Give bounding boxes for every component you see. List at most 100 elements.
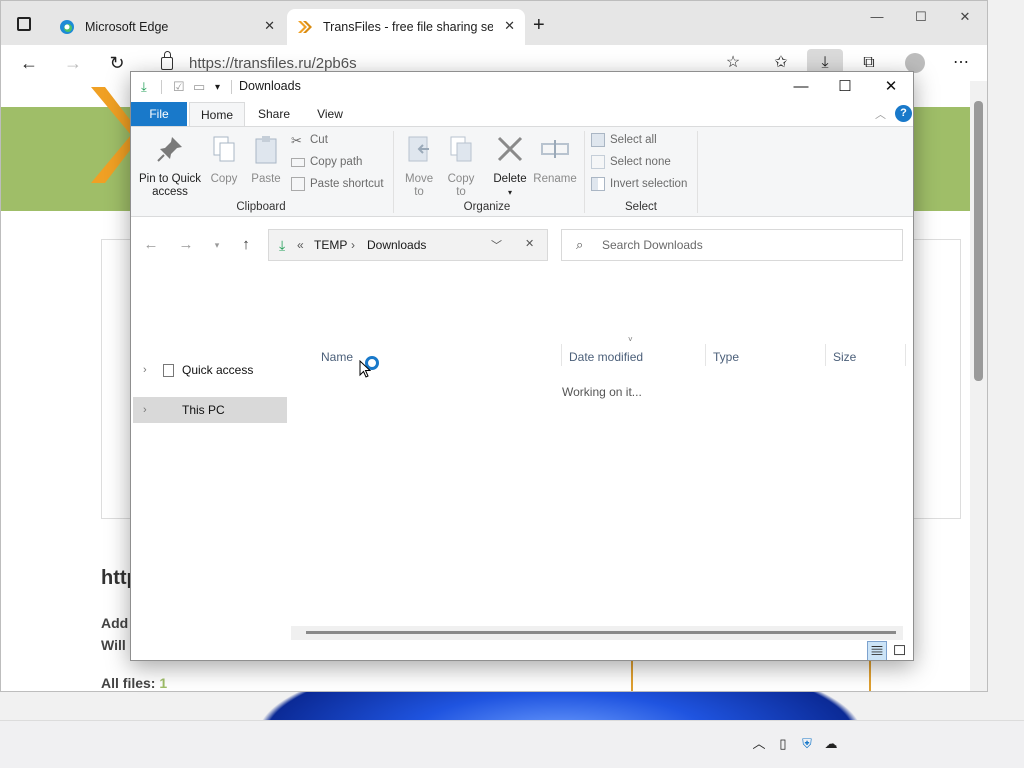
customize-toolbar-icon[interactable]: ▾ (215, 82, 220, 93)
column-header-type[interactable]: Type (713, 344, 739, 370)
profile-avatar-icon[interactable] (905, 53, 925, 73)
usb-device-icon[interactable]: ▯ (774, 735, 792, 753)
more-menu-icon[interactable]: ⋯ (951, 53, 971, 73)
copy-path-button[interactable]: Copy path (291, 153, 362, 171)
column-separator[interactable] (825, 344, 826, 366)
copy-to-icon (450, 136, 472, 162)
address-dropdown-icon[interactable]: ﹀ (491, 237, 502, 253)
column-header-size[interactable]: Size (833, 344, 856, 370)
maximize-icon[interactable]: ☐ (825, 76, 865, 98)
quick-access-icon (163, 364, 174, 377)
mouse-cursor-icon (359, 360, 371, 378)
navigation-row: ← → ▾ ↑ ⤓ « TEMP › Downloads ﹀ ✕ ⌕ Searc… (131, 217, 913, 277)
tab-actions-icon[interactable] (17, 17, 31, 31)
breadcrumb-temp[interactable]: TEMP (314, 238, 347, 252)
edge-logo-icon (60, 20, 74, 34)
address-breadcrumb[interactable]: ⤓ « TEMP › Downloads ﹀ ✕ (268, 229, 548, 261)
copy-button[interactable]: Copy (205, 133, 243, 186)
new-tab-icon[interactable]: + (533, 14, 545, 37)
details-view-icon[interactable] (867, 641, 887, 660)
close-tab-icon[interactable]: ✕ (264, 18, 275, 34)
forward-arrow-icon[interactable]: → (61, 51, 85, 75)
page-scrollbar[interactable] (970, 81, 987, 691)
pin-icon (157, 137, 182, 162)
column-separator[interactable] (561, 344, 562, 366)
rename-button[interactable]: Rename (533, 133, 577, 186)
favorite-add-icon[interactable]: ☆ (723, 53, 743, 73)
search-downloads-input[interactable]: ⌕ Search Downloads (561, 229, 903, 261)
forward-arrow-icon[interactable]: → (176, 235, 196, 255)
tab-file[interactable]: File (131, 102, 187, 126)
pin-to-quick-access-button[interactable]: Pin to Quick access (137, 133, 203, 199)
ribbon-tabs: File Home Share View ︿ ? (131, 102, 913, 126)
expand-chevron-icon[interactable]: › (143, 357, 147, 383)
recent-locations-icon[interactable]: ▾ (207, 235, 227, 255)
select-none-button[interactable]: Select none (591, 153, 671, 171)
nav-item-quick-access[interactable]: › Quick access (133, 357, 287, 383)
security-shield-icon[interactable]: ⛨ (798, 735, 816, 753)
window-title: Downloads (239, 79, 301, 93)
tab-label: TransFiles - free file sharing serv (323, 20, 493, 34)
rename-icon (541, 140, 569, 158)
move-to-icon (408, 136, 429, 162)
horizontal-scrollbar[interactable] (291, 626, 903, 640)
up-arrow-icon[interactable]: ↑ (236, 235, 256, 255)
maximize-icon[interactable]: ☐ (901, 7, 941, 27)
favorites-icon[interactable]: ✩ (771, 53, 791, 73)
copy-to-button[interactable]: Copy to (441, 133, 481, 199)
column-separator[interactable] (905, 344, 906, 366)
column-header-name[interactable]: Name (321, 344, 353, 370)
collections-icon[interactable]: ⧉ (859, 53, 879, 73)
file-list: Name ˅ Date modified Type Size Working o… (291, 277, 913, 660)
tab-view[interactable]: View (305, 102, 355, 126)
column-header-date-modified[interactable]: Date modified (569, 344, 643, 370)
scroll-thumb[interactable] (974, 101, 983, 381)
column-separator[interactable] (705, 344, 706, 366)
stop-loading-icon[interactable]: ✕ (525, 237, 534, 250)
cloud-offline-icon[interactable]: ☁ (822, 735, 840, 753)
download-folder-icon: ⤓ (141, 79, 147, 94)
back-arrow-icon[interactable]: ← (141, 235, 161, 255)
paste-shortcut-button[interactable]: Paste shortcut (291, 175, 384, 193)
group-separator (393, 131, 394, 213)
invert-selection-button[interactable]: Invert selection (591, 175, 687, 193)
select-all-button[interactable]: Select all (591, 131, 657, 149)
collapse-ribbon-icon[interactable]: ︿ (875, 106, 886, 122)
paste-button[interactable]: Paste (247, 133, 285, 186)
title-separator (231, 80, 232, 94)
explorer-titlebar[interactable]: ⤓ ☑ ▭ ▾ Downloads — ☐ ✕ (131, 72, 913, 102)
refresh-icon[interactable]: ↻ (105, 51, 129, 75)
help-icon[interactable]: ? (895, 105, 912, 122)
minimize-icon[interactable]: — (781, 76, 821, 98)
close-window-icon[interactable]: ✕ (871, 76, 911, 98)
new-folder-icon[interactable]: ▭ (193, 79, 205, 95)
file-explorer-window: ⤓ ☑ ▭ ▾ Downloads — ☐ ✕ File Home Share … (130, 71, 914, 661)
tab-strip: Microsoft Edge ✕ TransFiles - free file … (1, 1, 987, 45)
tab-home[interactable]: Home (189, 102, 245, 126)
search-icon: ⌕ (576, 237, 584, 252)
tiles-icon (894, 645, 905, 656)
breadcrumb-downloads[interactable]: Downloads (367, 238, 426, 252)
minimize-icon[interactable]: — (857, 7, 897, 27)
close-window-icon[interactable]: ✕ (945, 7, 985, 27)
properties-icon[interactable]: ☑ (173, 79, 185, 95)
close-tab-icon[interactable]: ✕ (504, 18, 515, 34)
taskbar: ︿ ▯ ⛨ ☁ (0, 720, 1024, 768)
back-arrow-icon[interactable]: ← (17, 51, 41, 75)
dropdown-arrow-icon[interactable]: ▾ (489, 186, 531, 199)
move-to-button[interactable]: Move to (399, 133, 439, 199)
page-line-will: Will (101, 637, 126, 653)
tab-share[interactable]: Share (249, 102, 299, 126)
paste-shortcut-icon (291, 177, 305, 191)
large-icons-view-icon[interactable] (890, 641, 910, 660)
nav-item-this-pc[interactable]: › This PC (133, 397, 287, 423)
tab-microsoft-edge[interactable]: Microsoft Edge ✕ (47, 9, 285, 45)
sort-indicator-icon: ˅ (628, 335, 633, 344)
delete-button[interactable]: Delete ▾ (489, 133, 531, 199)
scroll-thumb[interactable] (306, 631, 896, 634)
tab-transfiles[interactable]: TransFiles - free file sharing serv ✕ (287, 9, 525, 45)
show-hidden-icons-icon[interactable]: ︿ (750, 735, 768, 753)
cut-button[interactable]: ✂ Cut (291, 131, 328, 149)
expand-chevron-icon[interactable]: › (143, 397, 147, 423)
copy-path-icon (291, 157, 305, 167)
